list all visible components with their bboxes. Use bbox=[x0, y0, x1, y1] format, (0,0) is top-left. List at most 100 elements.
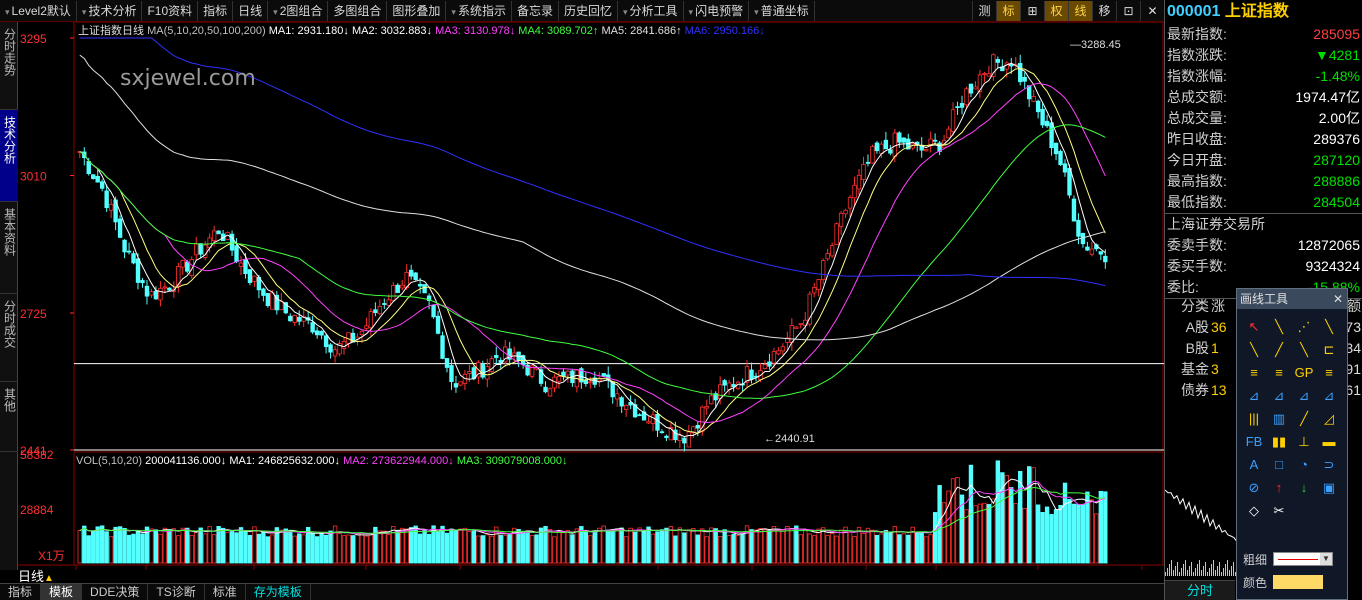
toolbar-item-2[interactable]: F10资料 bbox=[142, 0, 199, 21]
volume-bar bbox=[906, 534, 911, 564]
drawing-tool-icon-11[interactable]: ≡ bbox=[1318, 363, 1340, 383]
bottom-tab-2[interactable]: DDE决策 bbox=[82, 584, 149, 600]
toolbar-button-4[interactable]: 线 bbox=[1068, 0, 1092, 21]
line-color-swatch[interactable] bbox=[1273, 575, 1324, 589]
drawing-tool-icon-2[interactable]: ⋰ bbox=[1293, 317, 1315, 337]
volume-bar bbox=[1089, 499, 1095, 564]
left-tab-4[interactable]: 其他 bbox=[0, 382, 18, 452]
candle-body bbox=[794, 326, 799, 329]
toolbar-item-13[interactable]: 普通坐标 bbox=[749, 0, 815, 21]
quote-row: 最低指数: 284504 bbox=[1165, 192, 1362, 213]
toolbar-item-4[interactable]: 日线 bbox=[233, 0, 269, 21]
mini-volume-bar bbox=[1187, 570, 1188, 576]
mini-volume-bar bbox=[1171, 560, 1172, 576]
toolbar-button-2[interactable]: ⊞ bbox=[1020, 0, 1044, 21]
bottom-tab-0[interactable]: 指标 bbox=[0, 584, 42, 600]
drawing-tool-icon-15[interactable]: ⊿ bbox=[1318, 386, 1340, 406]
drawing-tool-icon-19[interactable]: ◿ bbox=[1318, 409, 1340, 429]
drawing-tool-icon-20[interactable]: FB bbox=[1243, 432, 1265, 452]
drawing-tool-icon-8[interactable]: ≡ bbox=[1243, 363, 1265, 383]
close-icon[interactable]: ✕ bbox=[1333, 289, 1343, 309]
kline-chart[interactable]: 3295 3010 2725 2441 —3288.45 ←2440.91 上证指数日线 M… bbox=[18, 22, 1164, 570]
drawing-tool-icon-4[interactable]: ╲ bbox=[1243, 340, 1265, 360]
drawing-tool-icon-17[interactable]: ▥ bbox=[1268, 409, 1290, 429]
drawing-tool-icon-24[interactable]: A bbox=[1243, 455, 1265, 475]
volume-bar bbox=[1022, 507, 1027, 564]
volume-bar bbox=[785, 526, 790, 564]
mini-volume-bar bbox=[1169, 564, 1170, 576]
drawing-tool-icon-6[interactable]: ╲ bbox=[1293, 340, 1315, 360]
toolbar-button-3[interactable]: 权 bbox=[1044, 0, 1068, 21]
quote-title: 000001 上证指数 bbox=[1165, 0, 1362, 24]
volume-bar bbox=[879, 533, 884, 564]
candle-body bbox=[104, 190, 109, 209]
toolbar-button-0[interactable]: 测 bbox=[972, 0, 996, 21]
drawing-tool-icon-12[interactable]: ⊿ bbox=[1243, 386, 1265, 406]
left-tab-1[interactable]: 技术分析 bbox=[0, 110, 18, 202]
volume-bar bbox=[279, 529, 284, 564]
toolbar-item-8[interactable]: 系统指示 bbox=[446, 0, 512, 21]
drawing-tool-icon-21[interactable]: ▮▮ bbox=[1268, 432, 1290, 452]
drawing-tool-icon-3[interactable]: ╲ bbox=[1318, 317, 1340, 337]
mini-volume-bar bbox=[1177, 562, 1178, 576]
left-tab-2[interactable]: 基本资料 bbox=[0, 202, 18, 294]
toolbar-item-10[interactable]: 历史回忆 bbox=[559, 0, 618, 21]
drawing-tool-icon-25[interactable]: □ bbox=[1268, 455, 1290, 475]
drawing-tool-icon-30[interactable]: ↓ bbox=[1293, 478, 1315, 498]
drawing-tool-icon-33[interactable]: ✂ bbox=[1268, 501, 1290, 521]
toolbar-item-9[interactable]: 备忘录 bbox=[512, 0, 559, 21]
drawing-tool-icon-9[interactable]: ≡ bbox=[1268, 363, 1290, 383]
toolbar-item-7[interactable]: 图形叠加 bbox=[387, 0, 447, 21]
volume-bar bbox=[364, 535, 369, 564]
drawing-tool-icon-14[interactable]: ⊿ bbox=[1293, 386, 1315, 406]
drawing-tool-icon-23[interactable]: ▬ bbox=[1318, 432, 1340, 452]
candle-body bbox=[95, 175, 100, 183]
drawing-tool-icon-16[interactable]: ||| bbox=[1243, 409, 1265, 429]
bottom-tab-4[interactable]: 标准 bbox=[205, 584, 246, 600]
mini-volume-bar bbox=[1165, 572, 1166, 576]
toolbar-button-7[interactable]: ✕ bbox=[1140, 0, 1164, 21]
bottom-tab-5[interactable]: 存为模板 bbox=[246, 584, 311, 600]
toolbar-item-1[interactable]: 技术分析 bbox=[77, 0, 143, 21]
left-tab-0[interactable]: 分时走势 bbox=[0, 22, 18, 110]
price-y-tick-label: 3010 bbox=[20, 169, 47, 183]
candle-body bbox=[816, 279, 821, 291]
drawing-tool-icon-5[interactable]: ╱ bbox=[1268, 340, 1290, 360]
toolbar-item-3[interactable]: 指标 bbox=[198, 0, 234, 21]
drawing-tool-icon-13[interactable]: ⊿ bbox=[1268, 386, 1290, 406]
volume-bar bbox=[691, 528, 696, 564]
drawing-tool-icon-28[interactable]: ⊘ bbox=[1243, 478, 1265, 498]
toolbar-button-6[interactable]: ⊡ bbox=[1116, 0, 1140, 21]
toolbar-item-12[interactable]: 闪电预警 bbox=[684, 0, 750, 21]
drawing-tool-icon-27[interactable]: ⊃ bbox=[1318, 455, 1340, 475]
drawing-tool-icon-26[interactable]: ◔ bbox=[1293, 455, 1315, 475]
drawing-tool-icon-32[interactable]: ◇ bbox=[1243, 501, 1265, 521]
left-tab-3[interactable]: 分时成交 bbox=[0, 294, 18, 382]
candle-body bbox=[1026, 85, 1032, 100]
line-width-select[interactable]: ▼ bbox=[1273, 552, 1334, 566]
toolbar-item-11[interactable]: 分析工具 bbox=[618, 0, 684, 21]
drawing-tool-icon-0[interactable]: ↖ bbox=[1243, 317, 1265, 337]
candle-body bbox=[619, 397, 624, 407]
sector-count: 1 bbox=[1211, 340, 1219, 356]
mini-intraday-chart[interactable] bbox=[1165, 420, 1237, 580]
drawing-tool-icon-18[interactable]: ╱ bbox=[1293, 409, 1315, 429]
drawing-tool-icon-31[interactable]: ▣ bbox=[1318, 478, 1340, 498]
toolbar-item-0[interactable]: Level2默认 bbox=[0, 0, 77, 21]
volume-legend-item-4: MA3: 309079008.000↓ bbox=[457, 455, 568, 467]
volume-bar bbox=[592, 531, 597, 564]
drawing-tool-icon-7[interactable]: ⊏ bbox=[1318, 340, 1340, 360]
toolbar-item-5[interactable]: 2图组合 bbox=[268, 0, 329, 21]
toolbar-item-6[interactable]: 多图组合 bbox=[328, 0, 388, 21]
toolbar-button-5[interactable]: 移 bbox=[1092, 0, 1116, 21]
bottom-tab-3[interactable]: TS诊断 bbox=[148, 584, 205, 600]
chart-svg[interactable]: 3295301027252441—3288.45←2440.91上证指数日线 M… bbox=[18, 22, 1164, 570]
drawing-tool-icon-10[interactable]: GP bbox=[1293, 363, 1315, 383]
quote-row: 最高指数: 288886 bbox=[1165, 171, 1362, 192]
tab-intraday[interactable]: 分时 bbox=[1165, 580, 1235, 600]
toolbar-button-1[interactable]: 标 bbox=[996, 0, 1020, 21]
drawing-tool-icon-22[interactable]: ⊥ bbox=[1293, 432, 1315, 452]
drawing-tool-icon-1[interactable]: ╲ bbox=[1268, 317, 1290, 337]
bottom-tab-1[interactable]: 模板 bbox=[41, 584, 83, 600]
drawing-tool-icon-29[interactable]: ↑ bbox=[1268, 478, 1290, 498]
